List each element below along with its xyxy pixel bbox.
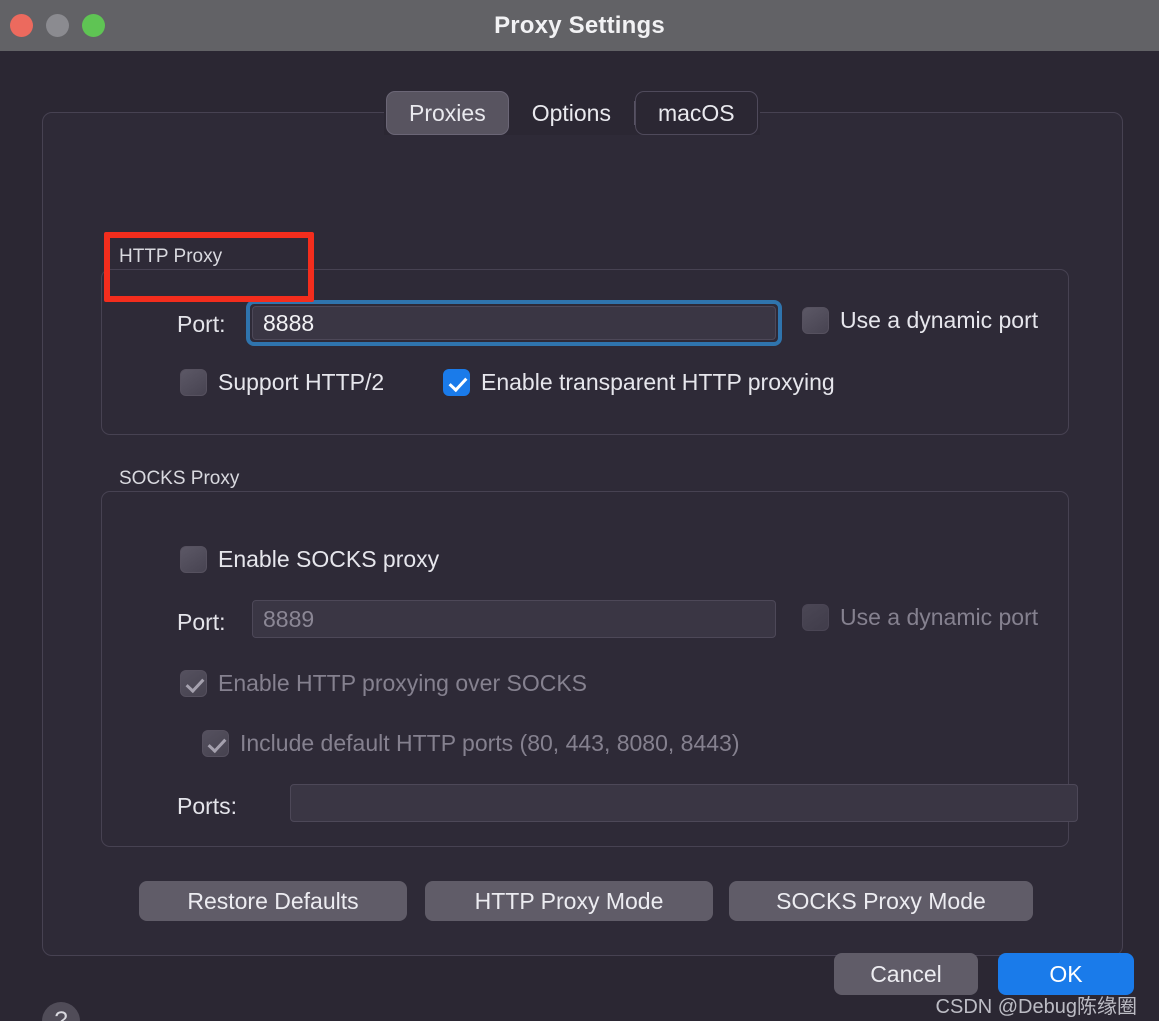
http-port-input[interactable]: [252, 306, 776, 340]
include-default-ports-checkbox-row[interactable]: Include default HTTP ports (80, 443, 808…: [202, 730, 740, 757]
tab-macos[interactable]: macOS: [634, 91, 758, 135]
http-over-socks-checkbox-row[interactable]: Enable HTTP proxying over SOCKS: [180, 670, 587, 697]
socks-port-input[interactable]: [252, 600, 776, 638]
tab-proxies[interactable]: Proxies: [386, 91, 509, 135]
ok-button[interactable]: OK: [998, 953, 1134, 995]
socks-port-label: Port:: [177, 609, 226, 635]
enable-socks-checkbox-icon[interactable]: [180, 546, 207, 573]
http-proxy-group: Port: Use a dynamic port Support HTTP/2 …: [101, 269, 1069, 435]
cancel-button-label: Cancel: [870, 960, 942, 987]
support-http2-checkbox-row[interactable]: Support HTTP/2: [180, 369, 384, 396]
tab-macos-label: macOS: [657, 99, 735, 126]
support-http2-label: Support HTTP/2: [218, 369, 385, 395]
cancel-button[interactable]: Cancel: [834, 953, 978, 995]
tab-options-label: Options: [531, 99, 611, 126]
http-proxy-mode-button[interactable]: HTTP Proxy Mode: [425, 881, 713, 921]
transparent-proxying-label: Enable transparent HTTP proxying: [481, 369, 835, 395]
restore-defaults-button[interactable]: Restore Defaults: [139, 881, 407, 921]
tab-options[interactable]: Options: [509, 91, 634, 135]
dialog-body: Proxies Options macOS HTTP Proxy Port: 8…: [0, 51, 1159, 1021]
http-dynamic-port-checkbox-icon[interactable]: [802, 307, 829, 334]
support-http2-checkbox-icon[interactable]: [180, 369, 207, 396]
http-port-label: Port:: [177, 311, 226, 337]
enable-socks-checkbox-row[interactable]: Enable SOCKS proxy: [180, 546, 439, 573]
http-over-socks-checkbox-icon[interactable]: [180, 670, 207, 697]
socks-dynamic-port-checkbox-icon[interactable]: [802, 604, 829, 631]
socks-dynamic-port-label: Use a dynamic port: [840, 604, 1039, 630]
http-proxy-group-label: HTTP Proxy: [119, 246, 223, 267]
help-icon: ?: [54, 1007, 68, 1021]
window-titlebar: Proxy Settings: [0, 0, 1159, 51]
http-proxy-mode-button-label: HTTP Proxy Mode: [474, 887, 664, 914]
socks-ports-label: Ports:: [177, 793, 238, 819]
http-over-socks-label: Enable HTTP proxying over SOCKS: [218, 670, 588, 696]
socks-dynamic-port-checkbox-row[interactable]: Use a dynamic port: [802, 604, 1038, 631]
help-button[interactable]: ?: [42, 1002, 80, 1021]
ok-button-label: OK: [1049, 960, 1083, 987]
socks-ports-input[interactable]: [290, 784, 1078, 822]
proxy-settings-window: Proxy Settings Proxies Options macOS HTT…: [0, 0, 1159, 1021]
restore-defaults-button-label: Restore Defaults: [187, 887, 359, 914]
settings-card: Proxies Options macOS HTTP Proxy Port: 8…: [42, 91, 1123, 956]
enable-socks-label: Enable SOCKS proxy: [218, 546, 440, 572]
transparent-proxying-checkbox-row[interactable]: Enable transparent HTTP proxying: [443, 369, 835, 396]
window-title: Proxy Settings: [494, 12, 665, 39]
socks-proxy-group: Enable SOCKS proxy Port: Use a dynamic p…: [101, 491, 1078, 847]
socks-proxy-group-label: SOCKS Proxy: [119, 468, 240, 489]
tab-bar: Proxies Options macOS: [384, 91, 760, 135]
include-default-ports-label: Include default HTTP ports (80, 443, 808…: [240, 730, 740, 756]
http-dynamic-port-checkbox-row[interactable]: Use a dynamic port: [802, 307, 1038, 334]
watermark-text: CSDN @Debug陈缘圈: [935, 996, 1137, 1018]
socks-proxy-mode-button-label: SOCKS Proxy Mode: [776, 887, 986, 914]
socks-proxy-mode-button[interactable]: SOCKS Proxy Mode: [729, 881, 1033, 921]
tab-proxies-label: Proxies: [409, 99, 486, 126]
include-default-ports-checkbox-icon[interactable]: [202, 730, 229, 757]
transparent-proxying-checkbox-icon[interactable]: [443, 369, 470, 396]
http-dynamic-port-label: Use a dynamic port: [840, 307, 1039, 333]
